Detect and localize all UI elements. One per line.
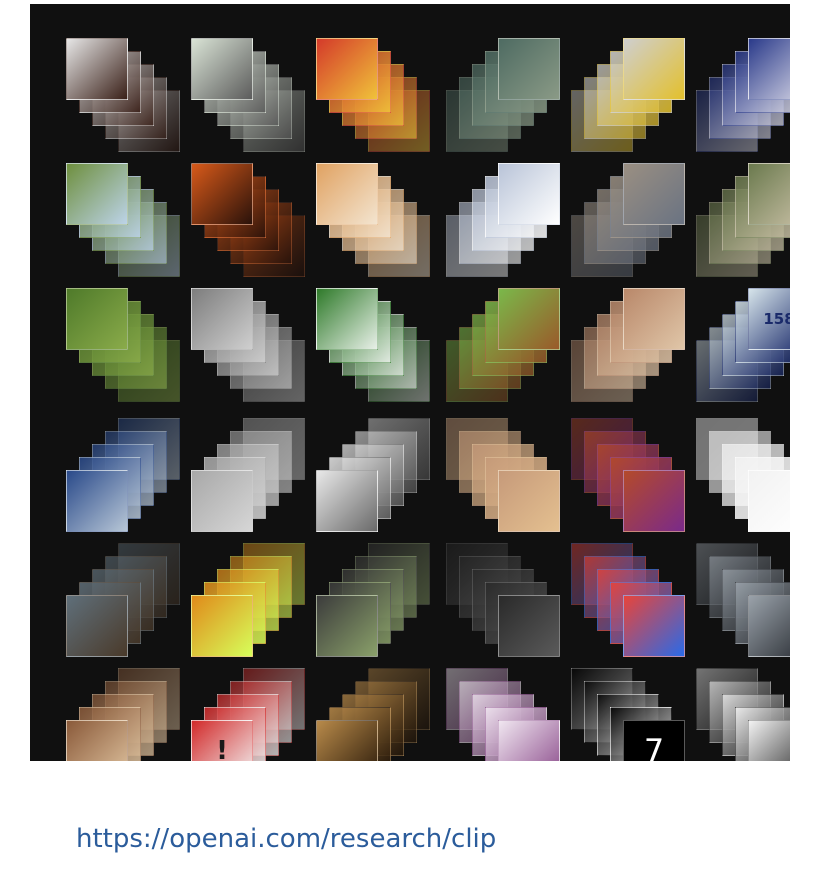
dark-texture-image xyxy=(498,595,560,657)
blurred-landscape-image xyxy=(498,38,560,100)
city-night-sky-image xyxy=(748,38,790,100)
motorcycles-image xyxy=(66,470,128,532)
parked-aircraft-image xyxy=(191,470,253,532)
bare-trees-image xyxy=(66,595,128,657)
digit-card-text: 7 xyxy=(643,732,665,761)
grass-field-image xyxy=(66,163,128,225)
building-facade-image xyxy=(623,163,685,225)
number-card-text: 158 xyxy=(763,310,790,328)
caption-link[interactable]: https://openai.com/research/clip xyxy=(76,824,496,854)
dog-illustration-image xyxy=(191,38,253,100)
lace-pattern-image xyxy=(498,720,560,761)
road-scene-image xyxy=(316,595,378,657)
number-card-image: 158 xyxy=(748,288,790,350)
garden-roundabout-image xyxy=(748,163,790,225)
digit-card-image: 7 xyxy=(623,720,685,761)
orange-flower-image xyxy=(191,163,253,225)
orange-cat-image xyxy=(316,163,378,225)
dancers-gym-image xyxy=(623,470,685,532)
cat-meme-image xyxy=(498,470,560,532)
caution-sign-text: ! xyxy=(216,736,228,761)
cake-slice-image xyxy=(191,595,253,657)
screaming-boy-image xyxy=(748,720,790,761)
color-stripes-image xyxy=(623,595,685,657)
rabbit-in-grass-image xyxy=(66,288,128,350)
horse-rider-image xyxy=(316,720,378,761)
white-flowers-image xyxy=(316,288,378,350)
yellow-cylinders-image xyxy=(623,38,685,100)
airplane-image xyxy=(498,163,560,225)
shelves-interior-image xyxy=(191,288,253,350)
wine-bottle-image xyxy=(66,38,128,100)
hummingbird-image xyxy=(623,288,685,350)
text-document-image xyxy=(748,470,790,532)
silver-cars-image xyxy=(748,595,790,657)
embedding-mosaic: 158! 7 xyxy=(30,4,790,761)
barn-sketch-image xyxy=(316,470,378,532)
red-market-stall-image xyxy=(316,38,378,100)
caution-sign-image: ! xyxy=(191,720,253,761)
spaniel-dog-image xyxy=(498,288,560,350)
striped-fabric-image xyxy=(66,720,128,761)
